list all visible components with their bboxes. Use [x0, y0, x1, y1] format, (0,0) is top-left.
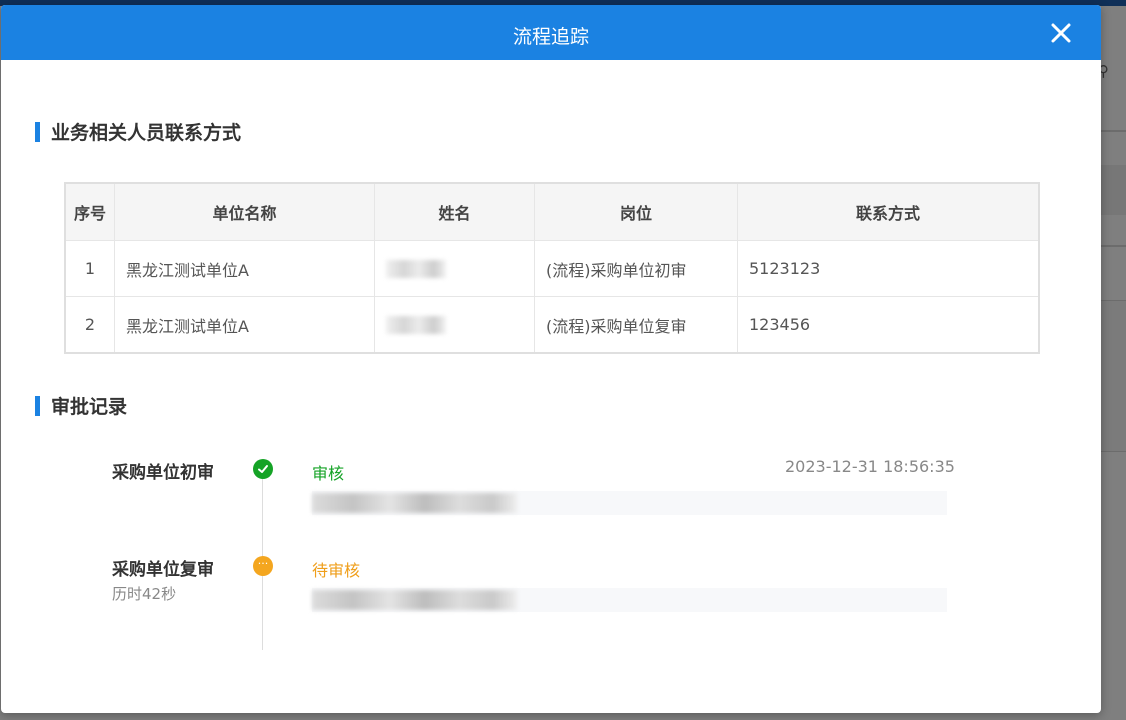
- step-duration: 历时42秒: [112, 585, 177, 603]
- step-status-dot: [253, 459, 273, 479]
- modal-header: 流程追踪: [1, 5, 1101, 60]
- section-accent-bar: [35, 121, 40, 142]
- cell-name: [374, 296, 535, 354]
- process-tracking-modal: 流程追踪 业务相关人员联系方式 序号 单位名称 姓名 岗位 联系方式 1 黑龙江: [1, 5, 1101, 713]
- redacted-name: [386, 260, 446, 279]
- step-name: 采购单位初审: [112, 463, 214, 483]
- cell-contact: 123456: [737, 296, 1040, 354]
- step-status: 审核: [312, 464, 345, 483]
- cell-index: 1: [64, 240, 115, 297]
- cell-position: (流程)采购单位初审: [534, 240, 738, 297]
- cell-name: [374, 240, 535, 297]
- contacts-section-label: 业务相关人员联系方式: [51, 122, 242, 144]
- step-name: 采购单位复审: [112, 560, 214, 580]
- cell-unit: 黑龙江测试单位A: [114, 240, 375, 297]
- column-header-name: 姓名: [374, 182, 535, 241]
- section-accent-bar: [35, 395, 40, 416]
- close-button[interactable]: [1049, 21, 1073, 45]
- modal-title: 流程追踪: [512, 26, 589, 48]
- column-header-unit: 单位名称: [114, 182, 375, 241]
- contacts-table: 序号 单位名称 姓名 岗位 联系方式 1 黑龙江测试单位A (流程)采购单位初审…: [64, 182, 1040, 354]
- cell-unit: 黑龙江测试单位A: [114, 296, 375, 354]
- column-header-contact: 联系方式: [737, 182, 1040, 241]
- table-header-row: 序号 单位名称 姓名 岗位 联系方式: [64, 182, 1040, 241]
- redacted-comment: [312, 493, 517, 513]
- step-comment: [312, 588, 947, 612]
- step-status: 待审核: [312, 561, 361, 580]
- approvals-section-label: 审批记录: [51, 396, 128, 418]
- redacted-comment: [312, 590, 517, 610]
- step-status-dot: ···: [253, 556, 273, 576]
- ellipsis-icon: ···: [257, 557, 269, 570]
- table-row: 2 黑龙江测试单位A (流程)采购单位复审 123456: [64, 296, 1040, 354]
- close-icon[interactable]: [1049, 21, 1073, 45]
- step-time: 2023-12-31 18:56:35: [785, 457, 955, 476]
- cell-index: 2: [64, 296, 115, 354]
- step-comment: [312, 491, 947, 515]
- cell-contact: 5123123: [737, 240, 1040, 297]
- cell-position: (流程)采购单位复审: [534, 296, 738, 354]
- redacted-name: [386, 316, 446, 335]
- table-row: 1 黑龙江测试单位A (流程)采购单位初审 5123123: [64, 240, 1040, 297]
- approvals-section-title: 审批记录: [35, 392, 127, 419]
- column-header-index: 序号: [64, 182, 115, 241]
- check-icon: [258, 465, 268, 473]
- contacts-section-title: 业务相关人员联系方式: [35, 118, 241, 145]
- column-header-position: 岗位: [534, 182, 738, 241]
